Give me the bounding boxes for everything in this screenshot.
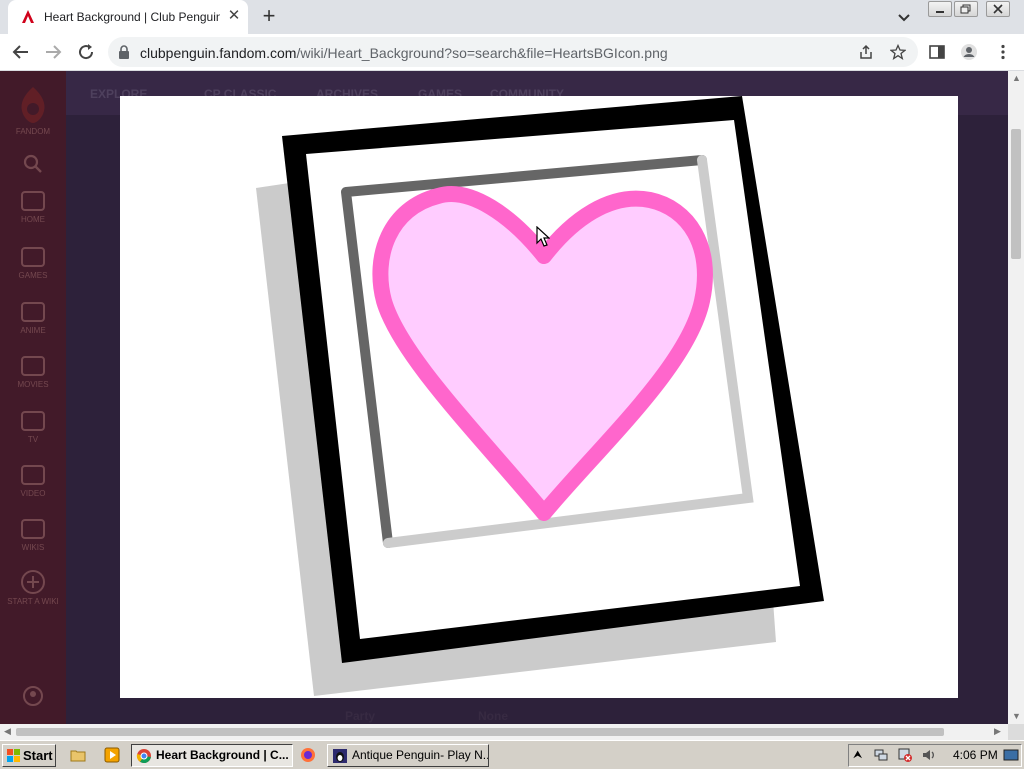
volume-icon[interactable] xyxy=(921,747,937,763)
windows-flag-icon xyxy=(7,749,20,762)
taskbar-item-antique-penguin[interactable]: Antique Penguin- Play N... xyxy=(327,744,489,767)
back-arrow-icon[interactable] xyxy=(12,43,30,61)
heart-background-image xyxy=(256,96,824,696)
profile-avatar-icon[interactable] xyxy=(960,43,978,61)
tab-title: Heart Background | Club Penguin W xyxy=(44,10,220,24)
chrome-icon xyxy=(136,749,151,764)
scroll-down-icon[interactable]: ▼ xyxy=(1012,711,1021,721)
media-player-icon[interactable] xyxy=(104,747,120,763)
windows-taskbar: Start Heart Background | C... Antique Pe… xyxy=(0,740,1024,769)
web-page: FANDOM HOME GAMES ANIME MOVIES TV VIDEO … xyxy=(0,71,1008,724)
minimize-icon xyxy=(936,11,944,13)
restore-button[interactable] xyxy=(954,1,978,17)
browser-toolbar: clubpenguin.fandom.com/wiki/Heart_Backgr… xyxy=(0,34,1024,71)
browser-tab-active[interactable]: Heart Background | Club Penguin W ✕ xyxy=(8,0,248,34)
horizontal-scroll-thumb[interactable] xyxy=(16,728,944,736)
start-label: Start xyxy=(23,748,53,763)
lock-icon[interactable] xyxy=(118,45,130,59)
task-label: Antique Penguin- Play N... xyxy=(352,748,489,762)
new-tab-button[interactable]: + xyxy=(258,5,280,28)
browser-tab-strip: Heart Background | Club Penguin W ✕ + xyxy=(0,0,1024,34)
security-alert-icon[interactable] xyxy=(897,747,913,763)
system-tray: ⮝ 4:06 PM xyxy=(848,744,1022,767)
mouse-cursor-icon xyxy=(536,226,550,247)
scroll-up-icon[interactable]: ▲ xyxy=(1012,73,1021,83)
url-domain: clubpenguin.fandom.com xyxy=(140,45,297,61)
address-bar[interactable]: clubpenguin.fandom.com/wiki/Heart_Backgr… xyxy=(108,37,918,67)
vertical-scroll-thumb[interactable] xyxy=(1011,129,1021,259)
url-text: clubpenguin.fandom.com/wiki/Heart_Backgr… xyxy=(140,45,668,61)
side-panel-icon[interactable] xyxy=(928,43,946,61)
tray-expand-icon[interactable]: ⮝ xyxy=(853,747,869,763)
taskbar-item-chrome[interactable]: Heart Background | C... xyxy=(131,744,293,767)
show-desktop-icon[interactable] xyxy=(1003,747,1019,763)
file-explorer-icon[interactable] xyxy=(70,747,86,763)
reload-icon[interactable] xyxy=(77,43,95,61)
fandom-favicon-icon xyxy=(22,10,34,23)
scroll-corner xyxy=(1008,724,1024,740)
browser-menu-icon[interactable] xyxy=(994,43,1012,61)
share-icon[interactable] xyxy=(858,44,874,60)
minimize-button[interactable] xyxy=(928,1,952,17)
image-lightbox xyxy=(120,96,958,698)
scroll-left-icon[interactable]: ◀ xyxy=(4,726,11,737)
bookmark-star-icon[interactable] xyxy=(890,44,906,60)
firefox-icon[interactable] xyxy=(300,747,316,763)
network-icon[interactable] xyxy=(873,747,889,763)
restore-icon xyxy=(960,4,971,14)
antique-penguin-icon xyxy=(333,749,347,763)
close-window-button[interactable] xyxy=(986,1,1010,17)
tab-search-chevron-icon[interactable] xyxy=(896,9,912,25)
vertical-scrollbar[interactable]: ▲ ▼ xyxy=(1008,71,1024,724)
scroll-right-icon[interactable]: ▶ xyxy=(994,726,1001,737)
horizontal-scrollbar[interactable]: ◀ ▶ xyxy=(0,724,1008,740)
start-button[interactable]: Start xyxy=(2,744,56,767)
forward-arrow-icon[interactable] xyxy=(44,43,62,61)
taskbar-clock[interactable]: 4:06 PM xyxy=(953,748,998,762)
url-path: /wiki/Heart_Background?so=search&file=He… xyxy=(296,45,668,61)
task-label: Heart Background | C... xyxy=(156,748,289,762)
tab-close-icon[interactable]: ✕ xyxy=(226,8,242,24)
close-window-icon xyxy=(993,4,1003,14)
